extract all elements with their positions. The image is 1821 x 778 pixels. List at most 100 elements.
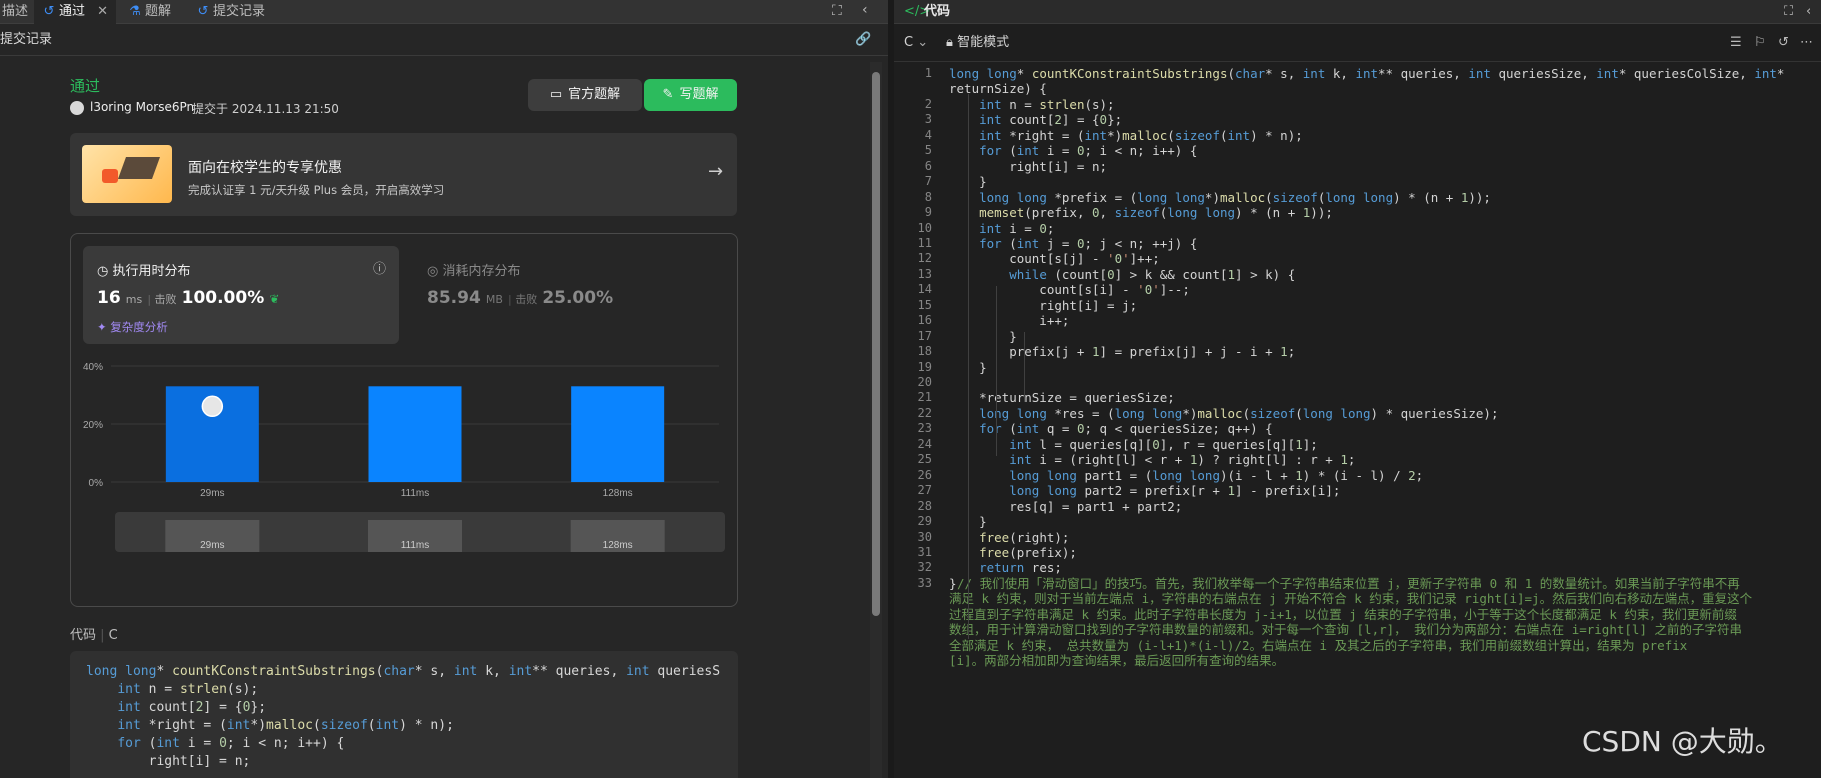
promo-subtitle: 完成认证享 1 元/天升级 Plus 会员，开启高效学习 (188, 183, 445, 197)
runtime-stats: 16 ms | 击败 100.00% ❦ (97, 288, 280, 308)
code-line: long long part1 = (long long)(i - l + 1)… (1009, 467, 1424, 483)
tab-description[interactable]: 描述 (0, 0, 32, 24)
sparkle-icon: ✦ (97, 320, 111, 334)
graduation-cap-image (82, 145, 172, 203)
code-area[interactable]: long long* countKConstraintSubstrings(ch… (894, 62, 1821, 778)
comment-line: 满足 k 约束，则对于当前左端点 i，字符串的右端点在 j 开始不符合 k 约束… (949, 591, 1753, 607)
reset-icon[interactable]: ↺ (1778, 24, 1789, 62)
write-solution-button[interactable]: ✎ 写题解 (644, 79, 737, 111)
code-line: count[s[j] - '0']++; (949, 251, 1160, 267)
format-icon[interactable]: ☰ (1730, 24, 1742, 62)
comment-line: 全部满足 k 约束， 总共数量为 (i-l+1)*(i-l)/2。右端点在 i … (949, 637, 1688, 653)
tab-passed-label: 通过 (59, 4, 86, 19)
avatar[interactable] (70, 101, 84, 115)
y-tick-label: 0% (89, 478, 104, 489)
promo-title: 面向在校学生的专享优惠 (188, 160, 342, 176)
memory-unit: MB (485, 293, 503, 306)
tab-passed[interactable]: ↺ 通过 ✕ (34, 0, 116, 24)
edit-icon: ✎ (662, 87, 674, 102)
close-icon[interactable]: ✕ (97, 4, 108, 19)
language-select-value: C (904, 35, 914, 50)
chevron-icon[interactable]: ‹ (1806, 0, 1811, 24)
code-section-header: 代码 | C (70, 628, 118, 643)
submission-subheader: 提交记录 🔗 (0, 24, 888, 56)
memory-title-row[interactable]: ◎ 消耗内存分布 (427, 260, 521, 279)
collapse-left-icon[interactable]: ‹ (862, 2, 868, 18)
complexity-label: 复杂度分析 (110, 320, 168, 334)
indent-guide (968, 94, 969, 639)
code-line: int count[2] = {0}; (117, 700, 267, 715)
smart-mode-toggle[interactable]: 🔒︎ 智能模式 (946, 24, 1009, 62)
code-line: returnSize) { (949, 81, 1047, 97)
tab-solutions-label: 题解 (145, 4, 172, 19)
left-panel: 描述 ↺ 通过 ✕ ⚗ 题解 ↺ 提交记录 ⛶ ‹ 提交记录 🔗 通过 l3oring… (0, 0, 888, 778)
code-line: right[i] = j; (949, 297, 1138, 313)
code-lang: C (108, 628, 118, 643)
student-promo-card[interactable]: 面向在校学生的专享优惠 完成认证享 1 元/天升级 Plus 会员，开启高效学习… (70, 133, 737, 216)
language-select[interactable]: C ⌄ (904, 24, 928, 62)
runtime-beats: 100.00% (181, 288, 265, 308)
code-label: 代码 (70, 628, 97, 643)
chevron-down-icon: ⌄ (917, 35, 929, 50)
code-line: right[i] = n; (949, 158, 1108, 174)
editor-title: 代码 (924, 4, 951, 19)
tab-solutions[interactable]: ⚗ 题解 (124, 0, 194, 24)
code-line: for (int i = 0; i < n; i++) { (117, 736, 345, 751)
code-line: for (int i = 0; i < n; i++) { (979, 143, 1198, 159)
submitted-code-lines: long long* countKConstraintSubstrings(ch… (86, 663, 720, 771)
code-line: } (949, 328, 1017, 344)
official-solution-label: 官方题解 (568, 87, 621, 102)
more-icon[interactable]: ⋯ (1800, 24, 1813, 62)
bar (571, 386, 665, 482)
code-line: int *right = (int*)malloc(sizeof(int) * … (979, 127, 1303, 143)
link-icon[interactable]: 🔗 (855, 24, 871, 56)
memory-beats: 25.00% (542, 288, 614, 308)
code-line: res[q] = part1 + part2; (949, 498, 1183, 514)
book-shape (102, 169, 118, 183)
expand-icon[interactable]: ⛶ (832, 3, 842, 19)
left-scrollbar-thumb[interactable] (872, 72, 880, 616)
memory-beats-label: 击败 (515, 293, 538, 306)
x-tick-label: 128ms (603, 488, 633, 499)
code-line: for (int j = 0; j < n; ++j) { (979, 235, 1198, 251)
fullscreen-icon[interactable]: ⛶ (1784, 0, 1793, 24)
minimap-label: 128ms (603, 540, 633, 551)
comment-line: 过程直到子字符串满足 k 约束。此时子字符串长度为 j-i+1，以位置 j 结束… (949, 606, 1737, 622)
code-line: long long part2 = prefix[r + 1] - prefix… (1009, 483, 1341, 499)
flask-icon: ⚗ (129, 4, 141, 19)
runtime-title: 执行用时分布 (112, 264, 191, 279)
bookmark-icon[interactable]: ⚐ (1754, 24, 1766, 62)
official-solution-button[interactable]: ▭ 官方题解 (528, 79, 642, 111)
code-line: memset(prefix, 0, sizeof(long long) * (n… (979, 205, 1333, 221)
indent-guide (1024, 332, 1025, 402)
comment-line: 数组，用于计算滑动窗口找到的子字符串数量的前缀和。对于每一个查询 [l,r]， … (949, 622, 1742, 638)
memory-icon: ◎ (427, 264, 443, 279)
complexity-analysis-link[interactable]: ✦ 复杂度分析 (97, 319, 168, 335)
submission-time: 提交于 2024.11.13 21:50 (192, 102, 339, 116)
submitter-name[interactable]: l3oring Morse6Pn (90, 100, 194, 114)
runtime-unit: ms (125, 293, 143, 306)
code-line: int l = queries[q][0], r = queries[q][1]… (1009, 436, 1318, 452)
history-icon-2: ↺ (197, 4, 209, 19)
runtime-value: 16 (97, 288, 121, 308)
code-line: while (count[0] > k && count[1] > k) { (1009, 266, 1296, 282)
runtime-card[interactable]: ◷ 执行用时分布 ⓘ 16 ms | 击败 100.00% ❦ ✦ 复杂度分析 (83, 246, 399, 344)
watermark-text: CSDN @大勋。 (1582, 725, 1783, 758)
indent-guide (996, 286, 997, 456)
tab-description-label: 描述 (2, 4, 29, 19)
leaf-icon: ❦ (269, 292, 280, 306)
code-line: int count[2] = {0}; (979, 112, 1123, 128)
memory-title: 消耗内存分布 (442, 264, 521, 279)
bar (368, 386, 462, 482)
submission-status: 通过 (70, 77, 101, 95)
submitted-code-block[interactable]: long long* countKConstraintSubstrings(ch… (70, 651, 738, 778)
code-line: long long *res = (long long*)malloc(size… (979, 405, 1499, 421)
info-icon[interactable]: ⓘ (373, 258, 386, 277)
code-line: *returnSize = queriesSize; (949, 390, 1175, 406)
tab-submissions[interactable]: ↺ 提交记录 (192, 0, 288, 24)
cap-shape (117, 157, 161, 179)
minimap-label: 29ms (200, 540, 224, 551)
editor-tab-bar: </> 代码 ⛶ ‹ (894, 0, 1821, 24)
code-line: } (949, 575, 957, 591)
code-line: long long* countKConstraintSubstrings(ch… (86, 664, 721, 679)
